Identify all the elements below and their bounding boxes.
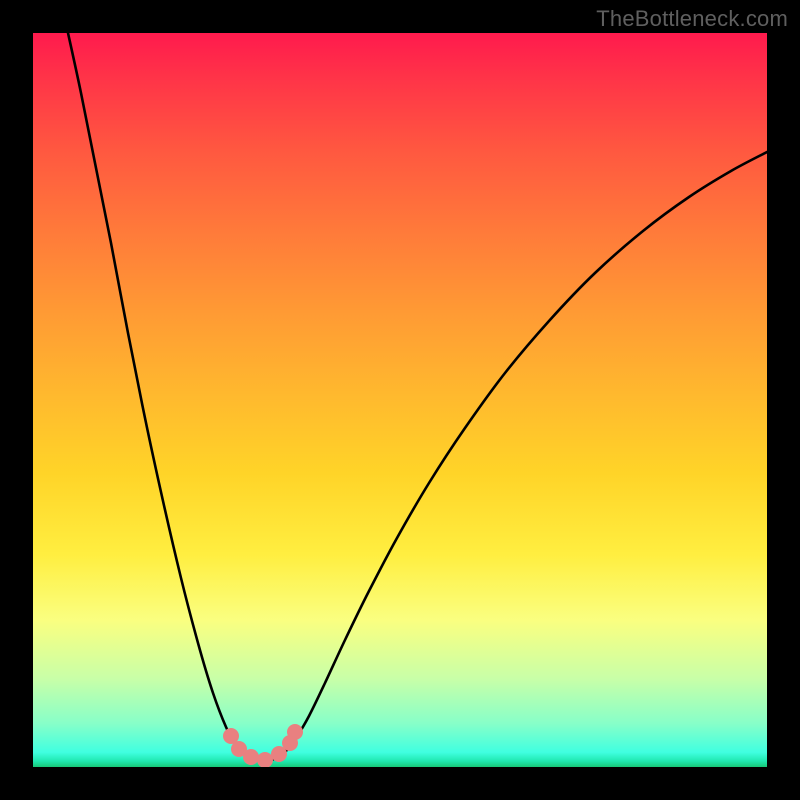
curve-marker	[243, 749, 259, 765]
watermark-text: TheBottleneck.com	[596, 6, 788, 32]
chart-svg	[33, 33, 767, 767]
curve-marker	[257, 752, 273, 767]
chart-plot-area	[33, 33, 767, 767]
chart-frame: TheBottleneck.com	[0, 0, 800, 800]
bottleneck-curve	[68, 33, 767, 761]
curve-markers	[223, 724, 303, 767]
curve-marker	[287, 724, 303, 740]
